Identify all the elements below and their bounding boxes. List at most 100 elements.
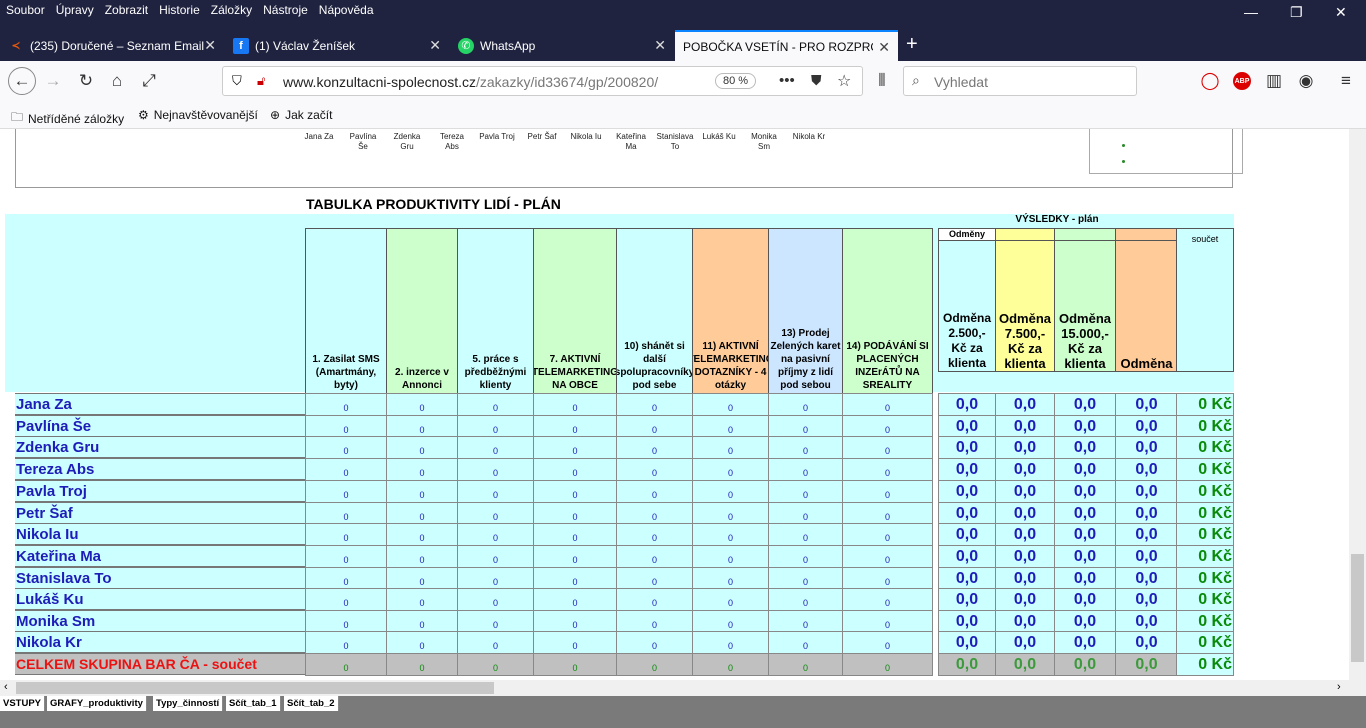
activity-cell[interactable]: 0 [533,436,617,459]
zoom-level[interactable]: 80 % [715,73,757,89]
sum-cell[interactable]: 0 Kč [1176,480,1234,503]
activity-cell[interactable]: 0 [768,545,843,568]
activity-cell[interactable]: 0 [533,523,617,546]
activity-cell[interactable]: 0 [842,415,933,438]
result-cell[interactable]: 0,0 [1054,610,1116,633]
activity-cell[interactable]: 0 [842,567,933,590]
activity-cell[interactable]: 0 [616,415,693,438]
result-cell[interactable]: 0,0 [1054,545,1116,568]
sum-cell[interactable]: 0 Kč [1176,415,1234,438]
sum-cell[interactable]: 0 Kč [1176,588,1234,611]
sum-cell[interactable]: 0 Kč [1176,436,1234,459]
activity-cell[interactable]: 0 [305,588,387,611]
activity-cell[interactable]: 0 [305,610,387,633]
result-cell[interactable]: 0,0 [1115,480,1178,503]
result-cell[interactable]: 0,0 [1054,502,1116,525]
activity-cell[interactable]: 0 [533,610,617,633]
activity-cell[interactable]: 0 [305,631,387,654]
tab-pobocka[interactable]: POBOČKA VSETÍN - PRO ROZPROD ✕ [675,30,898,61]
activity-cell[interactable]: 0 [842,502,933,525]
activity-cell[interactable]: 0 [768,631,843,654]
result-cell[interactable]: 0,0 [1054,523,1116,546]
activity-cell[interactable]: 0 [616,567,693,590]
activity-cell[interactable]: 0 [533,458,617,481]
activity-cell[interactable]: 0 [842,545,933,568]
activity-cell[interactable]: 0 [616,436,693,459]
result-cell[interactable]: 0,0 [1115,458,1178,481]
activity-cell[interactable]: 0 [533,393,617,416]
insecure-lock-icon[interactable]: 🔓︎ [257,73,265,89]
bookmark-unsorted[interactable]: 🗀︎ Netříděné záložky [11,108,124,129]
result-cell[interactable]: 0,0 [938,523,996,546]
activity-cell[interactable]: 0 [533,415,617,438]
result-cell[interactable]: 0,0 [1054,458,1116,481]
result-cell[interactable]: 0,0 [1115,393,1178,416]
result-cell[interactable]: 0,0 [938,567,996,590]
bookmark-getting-started[interactable]: ⊕ Jak začít [270,108,332,122]
activity-cell[interactable]: 0 [616,502,693,525]
activity-cell[interactable]: 0 [457,480,534,503]
result-cell[interactable]: 0,0 [1054,653,1116,676]
activity-cell[interactable]: 0 [533,653,617,676]
menu-item[interactable]: Soubor [6,3,45,17]
vertical-scrollbar[interactable] [1349,129,1366,696]
activity-cell[interactable]: 0 [457,458,534,481]
activity-cell[interactable]: 0 [457,502,534,525]
sum-cell[interactable]: 0 Kč [1176,653,1234,676]
activity-cell[interactable]: 0 [305,458,387,481]
horizontal-scrollbar[interactable]: ‹ › [0,680,1349,696]
activity-cell[interactable]: 0 [457,653,534,676]
activity-cell[interactable]: 0 [768,588,843,611]
activity-cell[interactable]: 0 [842,436,933,459]
maximize-icon[interactable]: ❐ [1290,4,1303,21]
menu-item[interactable]: Záložky [211,3,252,17]
sheet-tab[interactable]: Sčít_tab_1 [226,696,281,711]
sheet-tab[interactable]: Typy_činností [153,696,224,711]
result-cell[interactable]: 0,0 [995,415,1055,438]
activity-cell[interactable]: 0 [533,545,617,568]
result-cell[interactable]: 0,0 [1115,545,1178,568]
activity-cell[interactable]: 0 [692,458,769,481]
result-cell[interactable]: 0,0 [1115,588,1178,611]
sum-cell[interactable]: 0 Kč [1176,393,1234,416]
sum-cell[interactable]: 0 Kč [1176,545,1234,568]
activity-cell[interactable]: 0 [386,458,458,481]
activity-cell[interactable]: 0 [457,393,534,416]
activity-cell[interactable]: 0 [768,653,843,676]
activity-cell[interactable]: 0 [533,631,617,654]
result-cell[interactable]: 0,0 [1115,523,1178,546]
result-cell[interactable]: 0,0 [1054,415,1116,438]
activity-cell[interactable]: 0 [386,393,458,416]
activity-cell[interactable]: 0 [692,415,769,438]
result-cell[interactable]: 0,0 [1054,567,1116,590]
result-cell[interactable]: 0,0 [995,393,1055,416]
tab-facebook[interactable]: f (1) Václav Ženíšek ✕ [225,30,449,61]
pocket-icon[interactable]: ⛊ [811,72,822,89]
sheet-tab[interactable]: Sčít_tab_2 [284,696,339,711]
sidebar-icon[interactable]: ▥ [1262,69,1286,93]
scroll-left-icon[interactable]: ‹ [4,681,8,693]
close-tab-icon[interactable]: ✕ [204,37,216,54]
account-icon[interactable]: ◉ [1294,69,1318,93]
activity-cell[interactable]: 0 [768,502,843,525]
activity-cell[interactable]: 0 [305,653,387,676]
result-cell[interactable]: 0,0 [938,393,996,416]
close-tab-icon[interactable]: ✕ [429,37,441,54]
activity-cell[interactable]: 0 [457,436,534,459]
activity-cell[interactable]: 0 [842,523,933,546]
result-cell[interactable]: 0,0 [938,545,996,568]
sheet-tab[interactable]: VSTUPY [0,696,46,711]
activity-cell[interactable]: 0 [692,653,769,676]
result-cell[interactable]: 0,0 [995,631,1055,654]
result-cell[interactable]: 0,0 [1115,415,1178,438]
result-cell[interactable]: 0,0 [1054,480,1116,503]
activity-cell[interactable]: 0 [386,415,458,438]
activity-cell[interactable]: 0 [692,480,769,503]
extension-circle-icon[interactable]: ◯ [1198,69,1222,93]
sum-cell[interactable]: 0 Kč [1176,523,1234,546]
close-window-icon[interactable]: ✕ [1335,4,1347,21]
activity-cell[interactable]: 0 [692,631,769,654]
result-cell[interactable]: 0,0 [1115,631,1178,654]
activity-cell[interactable]: 0 [616,523,693,546]
scroll-thumb[interactable] [1351,554,1364,662]
